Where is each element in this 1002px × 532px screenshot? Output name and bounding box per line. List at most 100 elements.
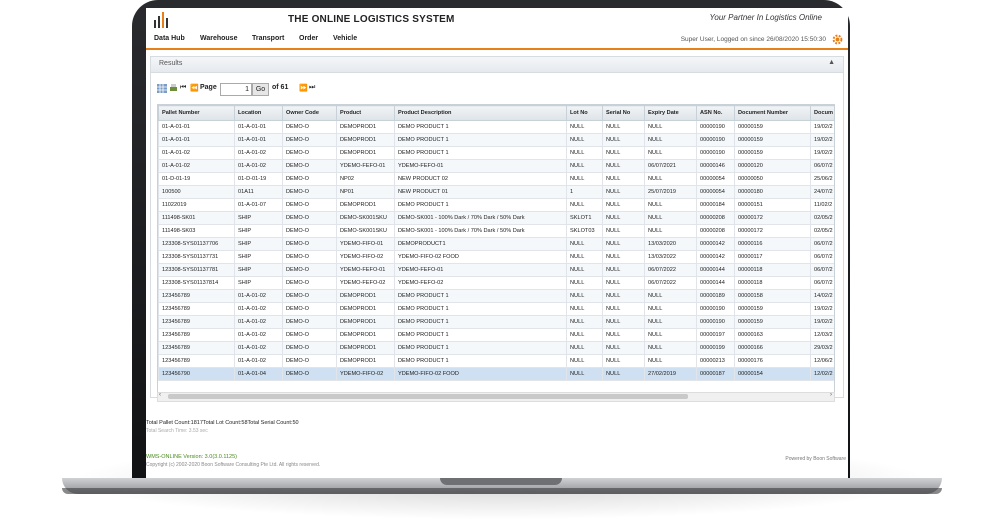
main-nav: Data Hub Warehouse Transport Order Vehic… xyxy=(146,34,848,50)
go-button[interactable]: Go xyxy=(252,83,269,96)
table-cell: 00000208 xyxy=(696,211,735,225)
table-row[interactable]: 111498-SK01 SHIP DEMO-O DEMO-SK001SKU DEMO-S… xyxy=(158,211,834,225)
table-row[interactable]: 123456789 01-A-01-02 DEMO-O DEMOPROD1 DEMO P… xyxy=(158,302,834,316)
table-cell: DEMOPROD1 xyxy=(336,354,395,368)
table-cell: 00000117 xyxy=(734,250,811,264)
table-row[interactable]: 01-A-01-02 01-A-01-02 DEMO-O YDEMO-FEFO-01 Y… xyxy=(158,159,834,173)
table-cell: NULL xyxy=(644,341,697,355)
table-cell: NULL xyxy=(644,224,697,238)
column-header[interactable]: Docum xyxy=(810,105,834,121)
next-page-icon[interactable]: ⏩ xyxy=(299,84,308,92)
nav-order[interactable]: Order xyxy=(299,35,318,42)
table-row[interactable]: 123308-SYS01137731 SHIP DEMO-O YDEMO-FIFO-0… xyxy=(158,250,834,264)
table-row[interactable]: 01-D-01-19 01-D-01-19 DEMO-O NP02 NEW PRODUC… xyxy=(158,172,834,186)
column-header[interactable]: Expiry Date xyxy=(644,105,697,121)
scroll-left-icon[interactable]: ‹ xyxy=(159,392,161,398)
table-row[interactable]: 123308-SYS01137781 SHIP DEMO-O YDEMO-FEFO-0… xyxy=(158,263,834,277)
column-header[interactable]: Location xyxy=(234,105,283,121)
column-header[interactable]: Pallet Number xyxy=(158,105,235,121)
table-cell: 00000190 xyxy=(696,315,735,329)
table-cell: 00000172 xyxy=(734,224,811,238)
table-cell: NULL xyxy=(602,237,645,251)
table-cell: 06/07/2 xyxy=(810,263,834,277)
last-page-icon[interactable]: ⏭ xyxy=(309,84,315,92)
column-header[interactable]: Owner Code xyxy=(282,105,337,121)
table-row[interactable]: 01-A-01-02 01-A-01-02 DEMO-O DEMOPROD1 DEMO … xyxy=(158,146,834,160)
table-row[interactable]: 123308-SYS01137706 SHIP DEMO-O YDEMO-FIFO-0… xyxy=(158,237,834,251)
table-cell: DEMO-O xyxy=(282,237,337,251)
table-row[interactable]: 111498-SK03 SHIP DEMO-O DEMO-SK001SKU DEMO-S… xyxy=(158,224,834,238)
column-header[interactable]: Product Description xyxy=(394,105,567,121)
gear-icon[interactable] xyxy=(831,33,844,46)
table-row[interactable]: 123456789 01-A-01-02 DEMO-O DEMOPROD1 DEMO P… xyxy=(158,289,834,303)
first-page-icon[interactable]: ⏮ xyxy=(180,84,186,92)
grid-view-icon[interactable] xyxy=(157,84,167,93)
table-cell: DEMO-O xyxy=(282,133,337,147)
print-icon[interactable] xyxy=(169,84,178,93)
table-cell: NULL xyxy=(566,367,603,381)
table-row[interactable]: 01-A-01-01 01-A-01-01 DEMO-O DEMOPROD1 DEMO … xyxy=(158,120,834,134)
table-cell: DEMOPROD1 xyxy=(336,302,395,316)
table-cell: 14/02/2 xyxy=(810,289,834,303)
table-cell: DEMO-SK001SKU xyxy=(336,211,395,225)
table-cell: DEMO-O xyxy=(282,224,337,238)
table-cell: NULL xyxy=(566,120,603,134)
nav-vehicle[interactable]: Vehicle xyxy=(333,35,357,42)
column-header[interactable]: Product xyxy=(336,105,395,121)
table-row[interactable]: 123308-SYS01137814 SHIP DEMO-O YDEMO-FEFO-0… xyxy=(158,276,834,290)
nav-warehouse[interactable]: Warehouse xyxy=(200,35,237,42)
column-header[interactable]: Document Number xyxy=(734,105,811,121)
table-cell: DEMO-O xyxy=(282,302,337,316)
scrollbar-thumb[interactable] xyxy=(168,394,688,399)
scroll-right-icon[interactable]: › xyxy=(830,392,832,398)
table-cell: 00000142 xyxy=(696,250,735,264)
table-cell: DEMO PRODUCT 1 xyxy=(394,341,567,355)
table-cell: 123456789 xyxy=(158,328,235,342)
table-cell: 19/02/2 xyxy=(810,146,834,160)
table-cell: 01-A-01-01 xyxy=(234,120,283,134)
table-row[interactable]: 123456789 01-A-01-02 DEMO-O DEMOPROD1 DEMO P… xyxy=(158,328,834,342)
page-number-input[interactable]: 1 xyxy=(220,83,252,96)
column-header[interactable]: Serial No xyxy=(602,105,645,121)
table-row[interactable]: 123456789 01-A-01-02 DEMO-O DEMOPROD1 DEMO P… xyxy=(158,315,834,329)
table-cell: SKLOT03 xyxy=(566,224,603,238)
table-cell: NULL xyxy=(602,250,645,264)
table-row[interactable]: 11022019 01-A-01-07 DEMO-O DEMOPROD1 DEMO PR… xyxy=(158,198,834,212)
prev-page-icon[interactable]: ⏪ xyxy=(190,84,199,92)
table-cell: 00000190 xyxy=(696,146,735,160)
table-cell: NULL xyxy=(602,263,645,277)
table-cell: DEMO PRODUCT 1 xyxy=(394,354,567,368)
nav-transport[interactable]: Transport xyxy=(252,35,284,42)
table-cell: DEMO-O xyxy=(282,354,337,368)
table-row[interactable]: 01-A-01-01 01-A-01-01 DEMO-O DEMOPROD1 DEMO … xyxy=(158,133,834,147)
table-cell: 01-A-01-02 xyxy=(234,146,283,160)
nav-data-hub[interactable]: Data Hub xyxy=(154,35,185,42)
table-cell: YDEMO-FIFO-02 xyxy=(336,250,395,264)
horizontal-scrollbar[interactable]: ‹ › xyxy=(157,392,835,402)
chevron-up-icon[interactable]: ▲ xyxy=(828,59,835,66)
table-cell: 01-A-01-02 xyxy=(234,328,283,342)
table-cell: NULL xyxy=(644,354,697,368)
table-cell: SHIP xyxy=(234,211,283,225)
tagline: Your Partner In Logistics Online xyxy=(709,13,822,22)
table-cell: 06/07/2022 xyxy=(644,263,697,277)
table-cell: DEMO-SK001 - 100% Dark / 70% Dark / 50% … xyxy=(394,211,567,225)
table-row[interactable]: 100500 01A11 DEMO-O NP01 NEW PRODUCT 01 1 NULL… xyxy=(158,185,834,199)
table-cell: 06/07/2 xyxy=(810,276,834,290)
table-cell: DEMO-O xyxy=(282,120,337,134)
table-cell: 00000159 xyxy=(734,133,811,147)
table-cell: NULL xyxy=(566,172,603,186)
table-row[interactable]: 123456790 01-A-01-04 DEMO-O YDEMO-FIFO-02 YD… xyxy=(158,367,834,381)
column-header[interactable]: Lot No xyxy=(566,105,603,121)
table-cell: NULL xyxy=(602,276,645,290)
table-row[interactable]: 123456789 01-A-01-02 DEMO-O DEMOPROD1 DEMO P… xyxy=(158,354,834,368)
table-cell: NULL xyxy=(566,159,603,173)
table-cell: NULL xyxy=(566,354,603,368)
table-cell: NULL xyxy=(602,315,645,329)
table-cell: 00000187 xyxy=(696,367,735,381)
powered-by: Powered by Boon Software xyxy=(785,456,846,462)
column-header[interactable]: ASN No. xyxy=(696,105,735,121)
table-cell: 00000120 xyxy=(734,159,811,173)
table-row[interactable]: 123456789 01-A-01-02 DEMO-O DEMOPROD1 DEMO P… xyxy=(158,341,834,355)
table-cell: 00000116 xyxy=(734,237,811,251)
